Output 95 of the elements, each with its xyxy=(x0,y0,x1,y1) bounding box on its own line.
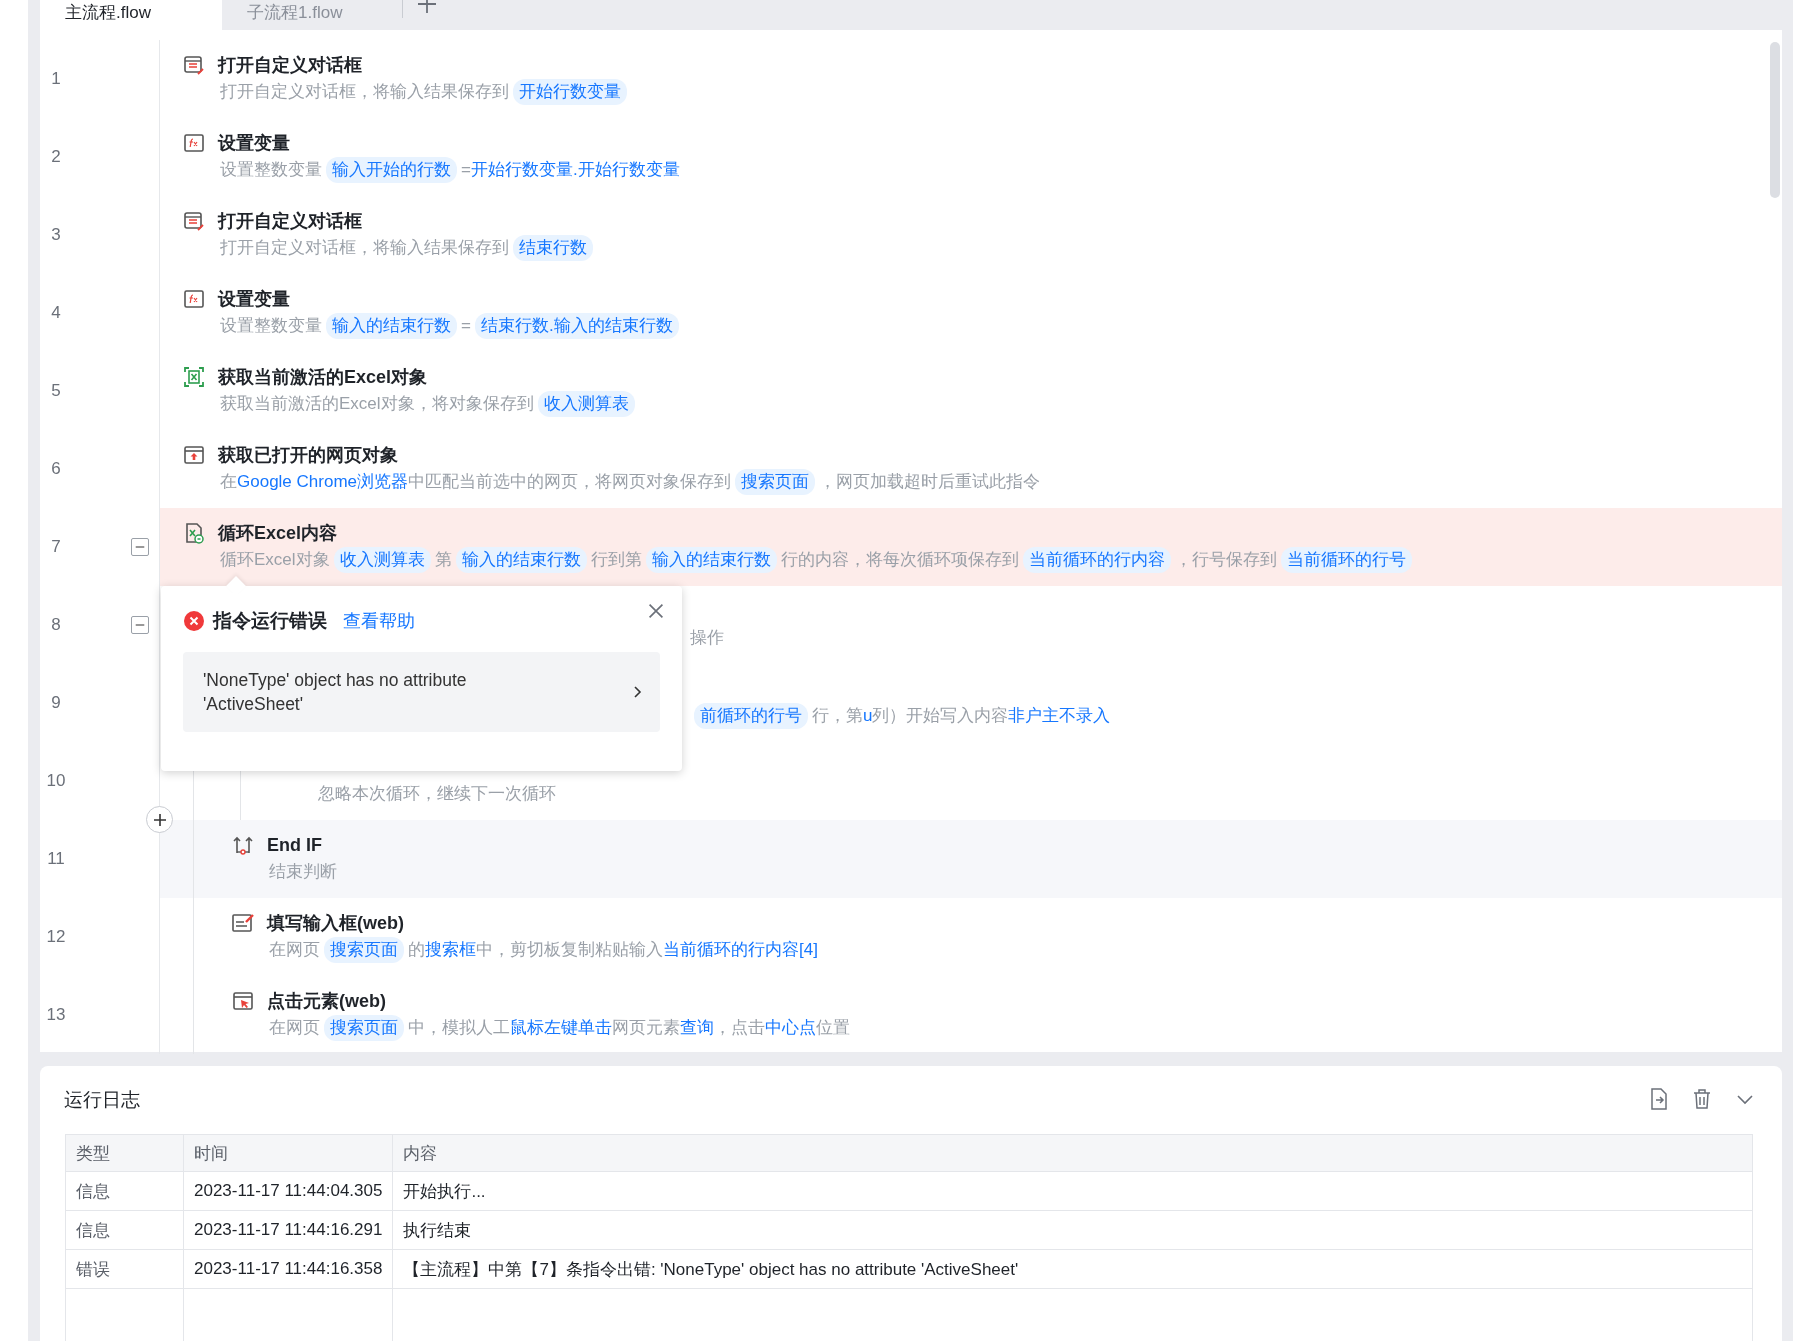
line-number: 9 xyxy=(50,693,62,713)
line-number: 7 xyxy=(50,537,62,557)
variable-tag: 结束行数.输入的结束行数 xyxy=(474,313,679,339)
error-details[interactable]: 'NoneType' object has no attribute 'ActiveSheet' xyxy=(183,652,660,732)
step-title: 点击元素(web) xyxy=(267,990,386,1013)
variable-tag: 搜索页面 xyxy=(735,469,815,495)
variable-tag: 前循环的行号 xyxy=(694,703,808,729)
browser-window-icon xyxy=(182,443,206,467)
line-number: 1 xyxy=(50,69,62,89)
list-icon xyxy=(182,53,206,77)
column-header: 时间 xyxy=(183,1134,393,1172)
line-number: 4 xyxy=(50,303,62,323)
list-icon xyxy=(182,209,206,233)
variable-tag: 输入的结束行数 xyxy=(645,547,777,573)
step-title: 获取已打开的网页对象 xyxy=(218,444,398,467)
step-title: 填写输入框(web) xyxy=(267,912,404,935)
step-description: 操作 xyxy=(690,627,725,649)
variable-link[interactable]: 搜索框 xyxy=(425,940,476,959)
variable-link[interactable]: 查询 xyxy=(680,1018,714,1037)
spreadsheet-icon xyxy=(182,365,206,389)
line-number: 2 xyxy=(50,147,62,167)
step-description: 忽略本次循环，继续下一次循环 xyxy=(318,783,557,805)
step-description: 获取当前激活的Excel对象，将对象保存到 收入测算表 xyxy=(220,390,1752,418)
variable-link[interactable]: 当前循环的行内容[4] xyxy=(663,940,818,959)
function-icon xyxy=(182,131,206,155)
step-title: 打开自定义对话框 xyxy=(218,210,362,233)
variable-tag: 搜索页面 xyxy=(324,1015,404,1041)
line-number: 11 xyxy=(46,849,66,869)
tab[interactable]: 子流程1.flow xyxy=(222,0,402,30)
line-number: 12 xyxy=(46,927,66,947)
step-description: 在网页 搜索页面 的搜索框中，剪切板复制粘贴输入当前循环的行内容[4] xyxy=(269,936,1752,964)
line-number: 5 xyxy=(50,381,62,401)
line-number: 6 xyxy=(50,459,62,479)
line-number: 13 xyxy=(46,1005,66,1025)
cursor-click-icon xyxy=(231,989,255,1013)
step-description: 打开自定义对话框，将输入结果保存到 结束行数 xyxy=(220,234,1752,262)
step-description: 循环Excel对象 收入测算表 第 输入的结束行数 行到第 输入的结束行数 行的内容，将每次循环项保存到 当前循环的行内容 ，行号保存到 当前循环的行号 xyxy=(220,546,1752,574)
step-description: 设置整数变量 输入的结束行数 = 结束行数.输入的结束行数 xyxy=(220,312,1752,340)
line-number: 8 xyxy=(50,615,62,635)
step-title: 设置变量 xyxy=(218,288,290,311)
step-title: 循环Excel内容 xyxy=(218,522,338,545)
variable-tag: 结束行数 xyxy=(513,235,593,261)
variable-link[interactable]: u xyxy=(863,706,873,725)
help-link[interactable]: 查看帮助 xyxy=(343,609,415,633)
error-icon xyxy=(183,610,205,632)
form-edit-icon xyxy=(231,911,255,935)
tab[interactable]: 主流程.flow xyxy=(40,0,222,30)
table-cell: 开始执行... xyxy=(392,1171,1753,1211)
variable-tag: 当前循环的行号 xyxy=(1280,547,1412,573)
error-message: 'NoneType' object has no attribute 'ActiveSheet' xyxy=(203,669,468,716)
variable-tag: 输入开始的行数 xyxy=(326,157,457,183)
variable-link[interactable]: 非户主不录入 xyxy=(1008,706,1111,725)
variable-link[interactable]: 鼠标左键单击 xyxy=(510,1018,612,1037)
column-header: 内容 xyxy=(392,1134,1753,1172)
variable-tag: 收入测算表 xyxy=(537,391,635,417)
collapse-button[interactable] xyxy=(131,616,149,634)
popup-title: 指令运行错误 xyxy=(213,609,327,633)
table-cell: 错误 xyxy=(65,1249,184,1289)
step-description: 打开自定义对话框，将输入结果保存到 开始行数变量 xyxy=(220,78,1752,106)
table-cell: 2023-11-17 11:44:16.291 xyxy=(183,1210,393,1250)
panel-title: 运行日志 xyxy=(64,1088,141,1112)
variable-tag: 输入的结束行数 xyxy=(326,313,457,339)
function-icon xyxy=(182,287,206,311)
column-header: 类型 xyxy=(65,1134,184,1172)
variable-tag: 开始行数变量 xyxy=(513,79,627,105)
step-title: 设置变量 xyxy=(218,132,290,155)
table-cell: 【主流程】中第【7】条指令出错: 'NoneType' object has no attribute 'ActiveSheet' xyxy=(392,1249,1753,1289)
line-number: 3 xyxy=(50,225,62,245)
collapse-button[interactable] xyxy=(131,538,149,556)
step-title: 获取当前激活的Excel对象 xyxy=(218,366,428,389)
plus-icon xyxy=(417,0,437,14)
step-description: 前循环的行号 行，第u列）开始写入内容非户主不录入 xyxy=(690,702,1752,730)
scrollbar-thumb[interactable] xyxy=(1770,42,1780,198)
variable-tag: 收入测算表 xyxy=(333,547,431,573)
line-number: 10 xyxy=(46,771,66,791)
table-cell: 信息 xyxy=(65,1171,184,1211)
step-title: 打开自定义对话框 xyxy=(218,54,362,77)
variable-link[interactable]: Google Chrome浏览器 xyxy=(237,472,408,491)
table-cell: 信息 xyxy=(65,1210,184,1250)
step-description: 设置整数变量 输入开始的行数 =开始行数变量.开始行数变量 xyxy=(220,156,1752,184)
variable-tag: 输入的结束行数 xyxy=(455,547,587,573)
plus-icon xyxy=(152,812,167,827)
add-tab-button[interactable] xyxy=(415,0,439,14)
table-cell: 2023-11-17 11:44:16.358 xyxy=(183,1249,393,1289)
add-step-button[interactable] xyxy=(146,806,173,833)
variable-tag: 当前循环的行内容 xyxy=(1022,547,1171,573)
variable-tag: 搜索页面 xyxy=(324,937,404,963)
table-cell: 执行结束 xyxy=(392,1210,1753,1250)
step-title: End IF xyxy=(267,834,322,856)
step-description: 结束判断 xyxy=(269,861,338,883)
variable-link[interactable]: 中心点 xyxy=(765,1018,816,1037)
variable-link[interactable]: 开始行数变量.开始行数变量 xyxy=(470,160,680,179)
step-description: 在网页 搜索页面 中，模拟人工鼠标左键单击网页元素查询，点击中心点位置 xyxy=(269,1014,1752,1042)
step-description: 在Google Chrome浏览器中匹配当前选中的网页，将网页对象保存到 搜索页面 ，网页加载超时后重试此指令 xyxy=(220,468,1752,496)
table-cell: 2023-11-17 11:44:04.305 xyxy=(183,1171,393,1211)
